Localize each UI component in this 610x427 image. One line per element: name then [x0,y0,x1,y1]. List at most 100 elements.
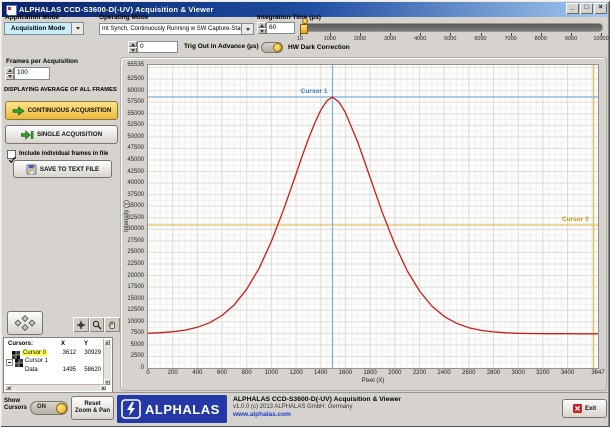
chevron-down-icon[interactable] [241,24,253,34]
application-mode-value: Acquisition Mode [5,23,71,34]
zoom-tool-button[interactable] [89,317,105,332]
statusbar-app-title: ALPHALAS CCD-S3600-D(-UV) Acquisition & … [233,396,401,403]
show-cursors-toggle[interactable]: ON [30,401,68,415]
integration-time-value[interactable]: 60 [266,22,295,34]
application-mode-combo[interactable]: Acquisition Mode [4,22,84,35]
decrement-icon[interactable] [128,47,137,53]
maximize-button[interactable]: □ [580,3,593,14]
cursor-tool-button[interactable] [73,317,89,332]
minimize-button[interactable]: _ [566,3,579,14]
cursors-table-title: Cursors: [8,341,33,347]
pan-direction-button[interactable] [7,311,43,335]
reset-zoom-pan-button[interactable]: Reset Zoom & Pan [71,396,114,420]
frames-per-acquisition-value[interactable]: 100 [14,67,50,80]
spectrum-plot[interactable]: Cursor 0Cursor 1 [148,65,598,368]
y-tick-label: 52500 [120,122,144,128]
slider-tick-label: 4000 [408,36,432,42]
slider-value-dot [302,18,308,24]
cursor-label: Cursor 0 [562,216,589,223]
single-acquisition-button[interactable]: SINGLE ACQUISITION [5,125,118,144]
include-frames-label: Include individual frames in file [19,151,108,157]
pan-tool-button[interactable] [104,317,120,332]
y-tick-label: 17500 [120,284,144,290]
y-tick-label: 65535 [120,62,144,68]
y-tick-label: 50000 [120,134,144,140]
alphalas-logo-icon [121,399,141,419]
window-title: ALPHALAS CCD-S3600-D(-UV) Acquisition & … [19,5,214,14]
slider-tick-label: 10000 [589,36,610,42]
green-arrow-icon [12,106,25,116]
horizontal-scrollbar[interactable] [5,384,106,391]
integration-time-spinner[interactable]: 60 [257,22,295,34]
x-axis-ticks: 0200400600800100012001400160018002000220… [148,370,598,378]
scroll-up-icon[interactable] [104,339,110,345]
cursor1-name[interactable]: Cursor 1 [25,358,48,364]
y-tick-label: 30000 [120,226,144,232]
y-tick-label: 45000 [120,157,144,163]
y-tick-label: 20000 [120,273,144,279]
hand-icon [107,320,117,330]
plot-area[interactable]: Cursor 0Cursor 1 [148,65,598,368]
website-link[interactable]: www.alphalas.com [233,411,291,418]
slider-tick-label: 9000 [559,36,583,42]
y-tick-label: 12500 [120,307,144,313]
slider-tick-label: 6000 [469,36,493,42]
column-header-y: Y [84,341,88,347]
integration-time-slider[interactable] [300,23,603,32]
y-tick-label: 27500 [120,238,144,244]
y-tick-label: 2500 [120,353,144,359]
decrement-icon[interactable] [5,74,14,81]
operating-mode-combo[interactable]: Int Synch, Continuously Running w SW Cap… [99,23,254,35]
frames-per-acquisition-label: Frames per Acquisition [6,58,78,65]
y-tick-label: 25000 [120,249,144,255]
y-tick-label: 10000 [120,319,144,325]
averaging-note: DISPLAYING AVERAGE OF ALL FRAMES [4,87,117,93]
cursor0-x-value: 3612 [56,350,76,356]
continuous-acquisition-label: CONTINUOUS ACQUISITION [28,107,112,114]
graph-palette [73,317,120,332]
scroll-left-icon[interactable] [5,385,11,390]
vertical-scrollbar[interactable] [103,339,111,385]
y-tick-label: 32500 [120,215,144,221]
save-to-text-file-button[interactable]: SAVE TO TEXT FILE [13,160,112,178]
y-tick-label: 47500 [120,145,144,151]
y-tick-label: 40000 [120,180,144,186]
show-cursors-label-line1: Show [4,398,20,404]
exit-button[interactable]: Exit [562,399,607,418]
cursor0-name[interactable]: Cursor 0 [22,350,47,356]
y-tick-label: 60000 [120,88,144,94]
show-cursors-on-label: ON [37,404,46,410]
y-tick-label: 7500 [120,330,144,336]
integration-time-label: Integration Time (µs) [257,14,321,21]
cursor0-y-value: 30929 [79,350,101,356]
cursor1-x-value: 1495 [56,367,76,373]
tree-expander-icon[interactable] [6,359,13,366]
y-tick-label: 62500 [120,76,144,82]
application-mode-label: Application Mode [5,14,59,21]
scroll-right-icon[interactable] [100,385,106,390]
column-header-x: X [61,341,65,347]
slider-tick-label: 7000 [499,36,523,42]
slider-tick-label: 3000 [378,36,402,42]
y-tick-label: 42500 [120,169,144,175]
y-tick-label: 15000 [120,296,144,302]
close-button[interactable]: × [594,3,607,14]
continuous-acquisition-button[interactable]: CONTINUOUS ACQUISITION [5,101,118,120]
hw-dark-correction-toggle[interactable] [261,42,283,53]
slider-tick-label: 10 [288,36,312,42]
trig-out-spinner[interactable]: 0 [128,41,178,53]
reset-label-line1: Reset [84,401,100,408]
show-cursors-label-line2: Cursors [4,405,27,411]
decrement-icon[interactable] [257,28,266,34]
chevron-down-icon[interactable] [71,23,83,34]
hw-dark-correction-label: HW Dark Correction [288,44,350,51]
trig-out-value[interactable]: 0 [137,41,178,53]
red-x-icon [573,404,582,413]
include-frames-checkbox[interactable] [7,150,16,159]
reset-label-line2: Zoom & Pan [75,408,110,415]
y-tick-label: 37500 [120,192,144,198]
frames-per-acquisition-spinner[interactable]: 100 [5,67,50,80]
trig-out-label: Trig Out in Advance (µs) [184,43,259,50]
y-tick-label: 22500 [120,261,144,267]
cursor1-data-label[interactable]: Data [25,367,38,373]
